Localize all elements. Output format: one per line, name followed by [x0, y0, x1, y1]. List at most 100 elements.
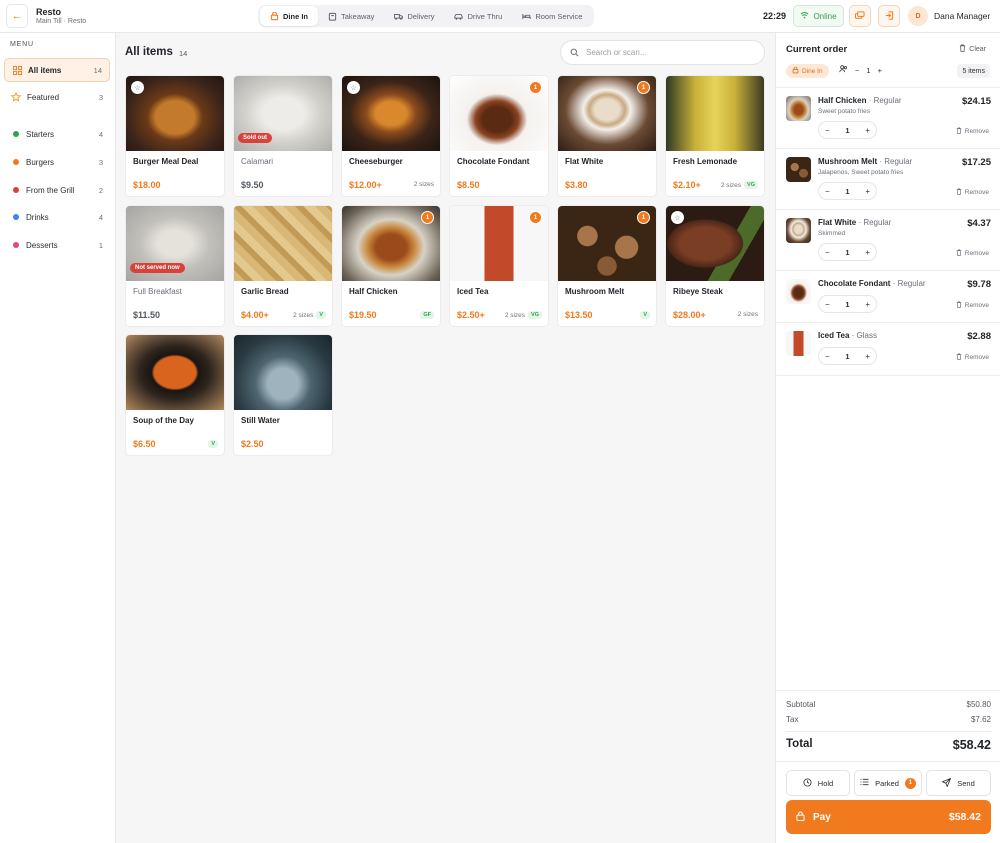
product-meta: 2 sizes — [738, 311, 758, 318]
product-card-flat-white[interactable]: 1 Flat White $3.80 — [557, 75, 657, 197]
sidebar-item-label: Burgers — [26, 157, 55, 167]
sizes-label: 2 sizes — [504, 311, 526, 319]
user-menu[interactable]: D Dana Manager — [908, 5, 990, 27]
line-variant: · Regular — [877, 157, 913, 166]
increment-button[interactable]: + — [865, 300, 870, 309]
remove-line-button[interactable]: Remove — [956, 188, 989, 197]
product-card-ribeye-steak[interactable]: ☆ Ribeye Steak $28.00+ 2 sizes — [665, 205, 765, 327]
remove-line-button[interactable]: Remove — [956, 353, 989, 362]
product-card-chocolate-fondant[interactable]: 1 Chocolate Fondant $8.50 — [449, 75, 549, 197]
order-line[interactable]: Iced Tea · Glass $2.88 − 1 + Remove — [776, 323, 1000, 376]
sizes-label: 2 sizes — [293, 311, 314, 319]
product-card-half-chicken[interactable]: 1 Half Chicken $19.50 GF — [341, 205, 441, 327]
line-thumbnail — [786, 96, 811, 121]
in-cart-qty-badge: 1 — [529, 211, 542, 224]
hold-button[interactable]: Hold — [786, 770, 850, 796]
remove-line-button[interactable]: Remove — [956, 301, 989, 310]
search-icon — [570, 46, 579, 60]
trash-icon — [956, 127, 962, 136]
order-line[interactable]: Mushroom Melt · Regular Jalapenos, Sweet… — [776, 149, 1000, 210]
quantity-stepper: − 1 + — [818, 121, 877, 139]
send-icon — [941, 777, 952, 789]
tab-takeaway[interactable]: Takeaway — [318, 6, 384, 26]
guests-decrement-button[interactable]: − — [855, 66, 859, 75]
sidebar-item-count: 2 — [98, 185, 103, 195]
product-card-soup-of-the-day[interactable]: Soup of the Day $6.50 V — [125, 334, 225, 456]
increment-button[interactable]: + — [865, 126, 870, 135]
divider — [776, 690, 1000, 691]
product-card-full-breakfast[interactable]: Not served now Full Breakfast $11.50 — [125, 205, 225, 327]
clear-order-button[interactable]: Clear — [959, 44, 986, 54]
diet-tag: V — [316, 311, 326, 319]
sidebar-item-starters[interactable]: Starters 4 — [4, 122, 110, 146]
parked-button[interactable]: Parked 1 — [854, 770, 922, 796]
search-input[interactable] — [586, 48, 746, 57]
user-name: Dana Manager — [934, 11, 991, 21]
product-card-fresh-lemonade[interactable]: Fresh Lemonade $2.10+ 2 sizes VG — [665, 75, 765, 197]
decrement-button[interactable]: − — [825, 352, 830, 361]
tab-room-service[interactable]: Room Service — [512, 6, 592, 26]
pay-button[interactable]: Pay $58.42 — [786, 800, 991, 834]
dine-in-icon — [792, 66, 799, 76]
product-image — [234, 206, 332, 281]
product-price: $8.50 — [457, 180, 480, 190]
tab-delivery[interactable]: Delivery — [384, 6, 444, 26]
sidebar-item-all-items[interactable]: All items 14 — [4, 58, 110, 82]
decrement-button[interactable]: − — [825, 248, 830, 257]
decrement-button[interactable]: − — [825, 126, 830, 135]
sidebar-item-from-the-grill[interactable]: From the Grill 2 — [4, 178, 110, 202]
total-label: Total — [786, 738, 813, 750]
increment-button[interactable]: + — [865, 187, 870, 196]
send-button[interactable]: Send — [926, 770, 991, 796]
sidebar-item-label: Desserts — [26, 240, 58, 250]
sidebar-item-count: 4 — [98, 212, 103, 222]
sidebar-item-featured[interactable]: Featured 3 — [4, 85, 110, 109]
diet-tag: GF — [420, 311, 434, 319]
order-line[interactable]: Half Chicken · Regular Sweet potato frie… — [776, 88, 1000, 149]
pay-amount: $58.42 — [948, 811, 981, 823]
order-line[interactable]: Chocolate Fondant · Regular $9.78 − 1 + … — [776, 271, 1000, 323]
not-served-badge: Not served now — [130, 263, 185, 273]
remove-line-button[interactable]: Remove — [956, 127, 989, 136]
back-button[interactable]: ← — [6, 4, 28, 28]
product-meta: V — [640, 311, 650, 319]
product-card-calamari[interactable]: Sold out Calamari $9.50 — [233, 75, 333, 197]
online-label: Online — [813, 11, 837, 21]
sidebar-item-burgers[interactable]: Burgers 3 — [4, 150, 110, 174]
order-line[interactable]: Flat White · Regular Skimmed $4.37 − 1 +… — [776, 210, 1000, 271]
logout-button[interactable] — [878, 5, 900, 27]
search-box[interactable] — [560, 40, 765, 65]
guests-increment-button[interactable]: + — [878, 66, 882, 75]
subtotal-row: Subtotal $50.80 — [786, 700, 991, 709]
product-image — [234, 335, 332, 410]
product-card-still-water[interactable]: Still Water $2.50 — [233, 334, 333, 456]
cash-drawer-button[interactable] — [849, 5, 871, 27]
decrement-button[interactable]: − — [825, 187, 830, 196]
product-card-mushroom-melt[interactable]: 1 Mushroom Melt $13.50 V — [557, 205, 657, 327]
sidebar-item-drinks[interactable]: Drinks 4 — [4, 205, 110, 229]
remove-line-button[interactable]: Remove — [956, 249, 989, 258]
product-card-iced-tea[interactable]: 1 Iced Tea $2.50+ 2 sizes VG — [449, 205, 549, 327]
product-card-burger-meal-deal[interactable]: ☆ Burger Meal Deal $18.00 — [125, 75, 225, 197]
line-variant: · Regular — [890, 279, 926, 288]
decrement-button[interactable]: − — [825, 300, 830, 309]
parked-count-badge: 1 — [904, 777, 916, 789]
increment-button[interactable]: + — [865, 352, 870, 361]
grid-icon — [12, 65, 22, 75]
sidebar-item-desserts[interactable]: Desserts 1 — [4, 233, 110, 257]
favorite-star-icon[interactable]: ☆ — [131, 81, 144, 94]
guest-count-control: − 1 + — [839, 65, 882, 75]
product-card-cheeseburger[interactable]: ☆ Cheeseburger $12.00+ 2 sizes — [341, 75, 441, 197]
favorite-star-icon[interactable]: ☆ — [671, 211, 684, 224]
favorite-star-icon[interactable]: ☆ — [347, 81, 360, 94]
product-card-garlic-bread[interactable]: Garlic Bread $4.00+ 2 sizes V — [233, 205, 333, 327]
increment-button[interactable]: + — [865, 248, 870, 257]
online-status[interactable]: Online — [793, 5, 844, 27]
bed-icon — [522, 12, 531, 21]
quantity-stepper: − 1 + — [818, 295, 877, 313]
tab-dine-in[interactable]: Dine In — [260, 6, 319, 26]
remove-label: Remove — [964, 128, 989, 135]
tab-drive-thru[interactable]: Drive Thru — [444, 6, 512, 26]
sidebar-item-count: 4 — [98, 129, 103, 139]
line-name: Half Chicken · Regular — [818, 96, 902, 105]
